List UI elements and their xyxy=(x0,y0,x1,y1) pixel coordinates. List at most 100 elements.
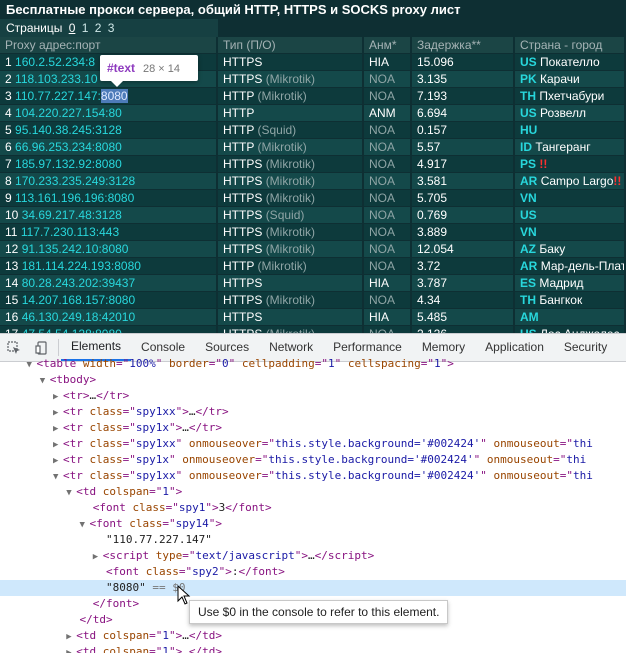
proxy-port-highlighted: 8080 xyxy=(100,89,128,103)
attr-quote: " xyxy=(228,357,236,370)
attr-eq: =" xyxy=(314,357,328,370)
table-row[interactable]: 2 118.103.233.10 HTTPS (Mikrotik) NOA 3.135… xyxy=(0,71,626,88)
table-row[interactable]: 1 160.2.52.234:8 HTTPS HIA 15.096 US Покател… xyxy=(0,54,626,71)
dom-line-tr[interactable]: ▶ <tr class="spy1x" onmouseover="this.sty… xyxy=(0,452,626,468)
dom-line-table[interactable]: ▼ <table width="100%" border="0" cellpadd… xyxy=(0,356,626,372)
cell-country: TH Бангкок xyxy=(515,292,626,309)
attr-quote: " xyxy=(334,357,342,370)
cell-latency: 3.135 xyxy=(412,71,515,88)
table-row[interactable]: 7 185.97.132.92:8080 HTTPS (Mikrotik) NOA 4… xyxy=(0,156,626,173)
row-number: 16 xyxy=(5,310,19,324)
dom-line-tr[interactable]: ▶ <tr>…</tr> xyxy=(0,388,626,404)
dom-line-text-selected[interactable]: "8080" == $0 xyxy=(0,580,626,596)
tag-open: <font xyxy=(92,501,126,514)
collapse-triangle-icon[interactable]: ▼ xyxy=(79,517,89,533)
collapse-triangle-icon[interactable]: ▼ xyxy=(40,373,50,389)
dom-line-td[interactable]: ▼ <td colspan="1"> xyxy=(0,484,626,500)
table-row[interactable]: 4 104.220.227.154:80 HTTP ANM 6.694 US Розве… xyxy=(0,105,626,122)
expand-triangle-icon[interactable]: ▶ xyxy=(53,389,63,405)
attr-eq: =" xyxy=(165,501,179,514)
page-link-1[interactable]: 1 xyxy=(82,21,89,35)
table-row[interactable]: 8 170.233.235.249:3128 HTTPS (Mikrotik) NO… xyxy=(0,173,626,190)
table-row[interactable]: 5 95.140.38.245:3128 HTTP (Squid) NOA 0.157… xyxy=(0,122,626,139)
row-number: 14 xyxy=(5,276,19,290)
dom-line-font[interactable]: <font class="spy1">3</font> xyxy=(0,500,626,516)
table-row[interactable]: 12 91.135.242.10:8080 HTTPS (Mikrotik) NOA… xyxy=(0,241,626,258)
collapse-triangle-icon[interactable]: ▼ xyxy=(66,485,76,501)
cell-type: HTTP xyxy=(218,105,364,122)
expand-triangle-icon[interactable]: ▶ xyxy=(66,629,76,645)
cell-latency: 4.34 xyxy=(412,292,515,309)
cell-latency: 4.917 xyxy=(412,156,515,173)
table-row[interactable]: 14 80.28.243.202:39437 HTTPS HIA 3.787 ES Ма… xyxy=(0,275,626,292)
cell-anm: NOA xyxy=(364,292,412,309)
expand-triangle-icon[interactable]: ▶ xyxy=(53,421,63,437)
anonymity-level: HIA xyxy=(369,55,390,69)
dom-line-script[interactable]: ▶ <script type="text/javascript">…</scrip… xyxy=(0,548,626,564)
country-code: AZ xyxy=(520,242,536,256)
inspect-tooltip-size: 28 × 14 xyxy=(143,63,181,75)
cell-country: PK Карачи xyxy=(515,71,626,88)
table-row[interactable]: 9 113.161.196.196:8080 HTTPS (Mikrotik) NO… xyxy=(0,190,626,207)
page-link-3[interactable]: 3 xyxy=(108,21,115,35)
latency-value: 7.193 xyxy=(417,89,448,103)
table-row[interactable]: 15 14.207.168.157:8080 HTTPS (Mikrotik) NO… xyxy=(0,292,626,309)
tag-open: <tr xyxy=(62,469,83,482)
cell-country: AR Campo Largo!! xyxy=(515,173,626,190)
table-row[interactable]: 6 66.96.253.234:8080 HTTP (Mikrotik) NOA 5.… xyxy=(0,139,626,156)
proxy-type-note: (Mikrotik) xyxy=(257,140,307,154)
tag-open: <font xyxy=(89,517,123,530)
cell-latency: 15.096 xyxy=(412,54,515,71)
table-row[interactable]: 13 181.114.224.193:8080 HTTP (Mikrotik) NO… xyxy=(0,258,626,275)
latency-value: 5.705 xyxy=(417,191,448,205)
table-row[interactable]: 17 47.54.54.128:8080HTTPS (Mikrotik)NOA2… xyxy=(0,326,626,333)
table-row[interactable]: 11 117.7.230.113:443 HTTPS (Mikrotik) NOA 3… xyxy=(0,224,626,241)
attr-value: spy1xx xyxy=(135,437,176,450)
cell-type: HTTPS xyxy=(218,54,364,71)
cell-proxy: 17 47.54.54.128:8080 xyxy=(0,326,218,333)
attr-name: onmouseout xyxy=(486,453,554,466)
attr-name: cellspacing xyxy=(347,357,421,370)
cell-proxy: 11 117.7.230.113:443 xyxy=(0,224,218,241)
expand-triangle-icon[interactable]: ▶ xyxy=(53,405,63,421)
city-name: Пхетчабури xyxy=(539,89,605,103)
proxy-type: HTTPS xyxy=(223,242,263,256)
table-row[interactable]: 16 46.130.249.18:42010 HTTPS HIA 5.485 AM xyxy=(0,309,626,326)
country-code: VN xyxy=(520,191,537,205)
cell-anm: NOA xyxy=(364,326,412,333)
expand-triangle-icon[interactable]: ▶ xyxy=(53,437,63,453)
page-link-2[interactable]: 2 xyxy=(95,21,102,35)
dom-line-tr[interactable]: ▶ <tr class="spy1xx">…</tr> xyxy=(0,404,626,420)
table-row[interactable]: 3 110.77.227.147:8080 HTTP (Mikrotik) NOA 7… xyxy=(0,88,626,105)
proxy-type-note: (Squid) xyxy=(265,208,305,222)
collapse-triangle-icon[interactable]: ▼ xyxy=(27,357,37,373)
attr-value: spy14 xyxy=(175,517,209,530)
expand-triangle-icon[interactable]: ▶ xyxy=(93,549,103,565)
expand-triangle-icon[interactable]: ▶ xyxy=(53,453,63,469)
table-row[interactable]: 10 34.69.217.48:3128 HTTPS (Squid) NOA 0.76… xyxy=(0,207,626,224)
attr-quote: "> xyxy=(205,501,219,514)
dom-line-font[interactable]: ▼ <font class="spy14"> xyxy=(0,516,626,532)
dom-line-font[interactable]: <font class="spy2">:</font> xyxy=(0,564,626,580)
dom-line-tbody[interactable]: ▼ <tbody> xyxy=(0,372,626,388)
col-header-latency: Задержка** xyxy=(412,37,515,54)
dom-line-td[interactable]: ▶ <td colspan="1">…</td> xyxy=(0,628,626,644)
tag-name: table xyxy=(43,357,77,370)
collapse-triangle-icon[interactable]: ▼ xyxy=(53,469,63,485)
dom-line-tr[interactable]: ▼ <tr class="spy1xx" onmouseover="this.st… xyxy=(0,468,626,484)
cell-proxy: 10 34.69.217.48:3128 xyxy=(0,207,218,224)
cell-type: HTTPS (Mikrotik) xyxy=(218,241,364,258)
dom-line-tr[interactable]: ▶ <tr class="spy1x">…</tr> xyxy=(0,420,626,436)
col-header-anm: Анм* xyxy=(364,37,412,54)
cell-type: HTTPS (Mikrotik) xyxy=(218,190,364,207)
page-link-0[interactable]: 0 xyxy=(69,21,76,35)
dom-line-text[interactable]: "110.77.227.147" xyxy=(0,532,626,548)
cell-country: ES Мадрид xyxy=(515,275,626,292)
dom-line-tr[interactable]: ▶ <tr class="spy1xx" onmouseover="this.st… xyxy=(0,436,626,452)
latency-value: 12.054 xyxy=(417,242,454,256)
anonymity-level: NOA xyxy=(369,174,396,188)
row-number: 10 xyxy=(5,208,19,222)
attr-name: type xyxy=(155,549,183,562)
attr-name: class xyxy=(89,469,123,482)
cell-anm: NOA xyxy=(364,258,412,275)
